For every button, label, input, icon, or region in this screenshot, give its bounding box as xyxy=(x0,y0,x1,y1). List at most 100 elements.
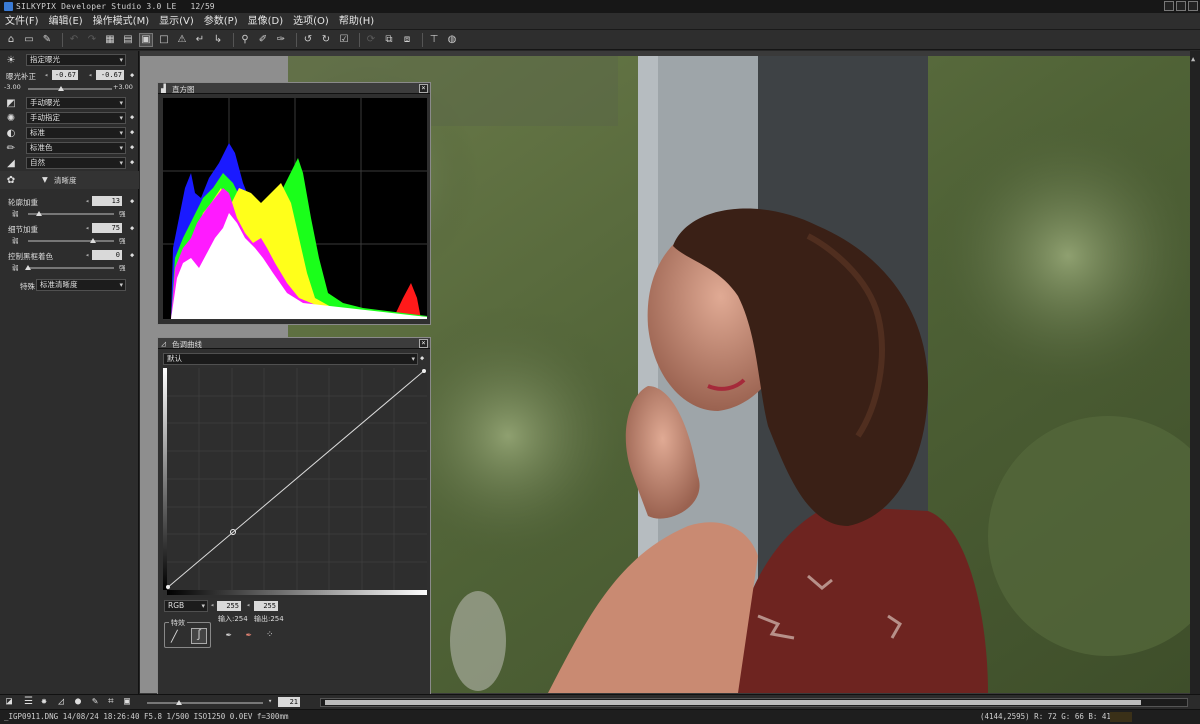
menu-mode[interactable]: 操作模式(M) xyxy=(88,13,154,30)
develop-icon[interactable]: ✎ xyxy=(40,33,54,47)
status-pixel-info: (4144,2595) R: 72 G: 66 B: 41 xyxy=(980,712,1111,721)
copy-params-icon[interactable]: ⧉ xyxy=(382,33,396,47)
vertical-scrollbar[interactable]: ▲ xyxy=(1190,51,1200,694)
clarity-slider-knob[interactable] xyxy=(36,211,43,216)
horizontal-scrollbar[interactable] xyxy=(320,698,1188,707)
section-toggle-icon[interactable]: ▼ xyxy=(42,175,48,184)
single-view-icon[interactable]: ▣ xyxy=(139,32,153,47)
curve-preset-select[interactable]: 默认 ▾ xyxy=(163,353,418,365)
crop-icon[interactable]: ⊤ xyxy=(427,33,441,47)
exposure-input[interactable]: -0.67 xyxy=(52,70,78,80)
detail-low: 弱 xyxy=(12,237,19,245)
contrast-select[interactable]: 标准 ▾ xyxy=(26,127,126,139)
color-picker-icon[interactable]: ✒ xyxy=(246,630,251,640)
curve-channel-select[interactable]: RGB ▾ xyxy=(164,600,208,612)
auto-icon[interactable]: ◪ xyxy=(6,696,12,707)
detail-slider-knob[interactable] xyxy=(89,238,96,243)
close-button[interactable] xyxy=(1188,1,1198,11)
check-icon[interactable]: ☑ xyxy=(337,33,351,47)
halo-slider-knob[interactable] xyxy=(25,265,31,270)
menu-view[interactable]: 显示(V) xyxy=(154,13,199,30)
menu-params[interactable]: 参数(P) xyxy=(199,13,243,30)
menu-help[interactable]: 帮助(H) xyxy=(334,13,379,30)
menu-file[interactable]: 文件(F) xyxy=(0,13,44,30)
halo-slider[interactable] xyxy=(28,267,114,269)
taste-select[interactable]: 自然 ▾ xyxy=(26,157,126,169)
open-file-icon[interactable]: ▭ xyxy=(22,33,36,47)
tone-icon[interactable]: ◩ xyxy=(4,97,18,110)
range-min: -3.00 xyxy=(4,83,21,91)
brush-icon[interactable]: ✎ xyxy=(92,696,98,707)
white-balance-select[interactable]: 手动指定 ▾ xyxy=(26,112,126,124)
filmstrip-view-icon[interactable]: ▤ xyxy=(121,33,135,47)
full-view-icon[interactable]: □ xyxy=(157,33,171,47)
menu-options[interactable]: 选项(O) xyxy=(288,13,334,30)
rotate-cw-icon[interactable]: ↻ xyxy=(319,33,333,47)
halo-input[interactable]: 0 xyxy=(92,250,122,260)
gray-balance-icon[interactable]: ✑ xyxy=(274,33,288,47)
tone-curve-graph[interactable] xyxy=(163,368,427,598)
exposure-slider[interactable] xyxy=(28,88,112,90)
list-icon[interactable]: ☰ xyxy=(24,696,33,707)
histogram-panel: ▟ 直方图 × xyxy=(157,82,431,325)
status-bar: _IGP0911.DNG 14/08/24 18:26:40 F5.8 1/50… xyxy=(0,709,1200,724)
contrast-label: 标准 xyxy=(30,128,45,137)
curve-out-input[interactable]: 255 xyxy=(254,601,278,611)
histogram-close-button[interactable]: × xyxy=(419,84,428,93)
undo-icon[interactable]: ↶ xyxy=(67,33,81,47)
exposure-icon[interactable]: ☀ xyxy=(4,54,18,67)
zoom-slider[interactable] xyxy=(147,702,263,704)
exposure-input-2[interactable]: -0.67 xyxy=(96,70,124,80)
open-folder-icon[interactable]: ⌂ xyxy=(4,33,18,47)
point-picker-icon[interactable]: ⁘ xyxy=(266,630,274,640)
exposure-mode-select[interactable]: 指定曝光 ▾ xyxy=(26,54,126,66)
zoom-icon[interactable]: ⚲ xyxy=(238,33,252,47)
exposure-slider-knob[interactable] xyxy=(57,86,64,91)
frame-icon[interactable]: ▣ xyxy=(124,696,130,707)
horizontal-scroll-thumb[interactable] xyxy=(325,700,1141,705)
special-select[interactable]: 标准清晰度 ▾ xyxy=(36,279,126,291)
halo-low: 弱 xyxy=(12,264,19,272)
menu-develop[interactable]: 显像(D) xyxy=(243,13,289,30)
color-icon[interactable]: ✏ xyxy=(4,142,18,155)
warning-icon[interactable]: ⚠ xyxy=(175,33,189,47)
linear-curve-icon[interactable]: ╱ xyxy=(171,630,178,643)
crop-tool-icon[interactable]: ⌗ xyxy=(108,696,114,707)
contrast-icon[interactable]: ◐ xyxy=(4,127,18,140)
redo-icon[interactable]: ↷ xyxy=(85,33,99,47)
curve-icon[interactable]: ◿ xyxy=(58,696,64,707)
taste-icon[interactable]: ◢ xyxy=(4,157,18,170)
white-balance-icon[interactable]: ✺ xyxy=(4,112,18,125)
maximize-button[interactable] xyxy=(1176,1,1186,11)
curve-in-input[interactable]: 255 xyxy=(217,601,241,611)
menu-edit[interactable]: 编辑(E) xyxy=(44,13,88,30)
histogram-chart xyxy=(163,98,427,320)
white-balance-label: 手动指定 xyxy=(30,113,60,122)
color-settings-icon[interactable]: ◍ xyxy=(445,33,459,47)
grid-view-icon[interactable]: ▦ xyxy=(103,33,117,47)
paste-params-icon[interactable]: ⧈ xyxy=(400,33,414,47)
rotate-left-icon[interactable]: ↵ xyxy=(193,33,207,47)
minimize-button[interactable] xyxy=(1164,1,1174,11)
color-select[interactable]: 标准色 ▾ xyxy=(26,142,126,154)
detail-input[interactable]: 75 xyxy=(92,223,122,233)
scroll-up-icon[interactable]: ▲ xyxy=(1191,55,1199,63)
curve-in-label: 输入:254 xyxy=(218,615,248,623)
zoom-slider-knob[interactable] xyxy=(176,700,182,705)
rotate-right-icon[interactable]: ↳ xyxy=(211,33,225,47)
sharpness-icon[interactable]: ✿ xyxy=(4,174,18,187)
settings-icon[interactable]: ✸ xyxy=(41,696,47,707)
color-label: 标准色 xyxy=(30,143,53,152)
spline-curve-icon[interactable]: ∫ xyxy=(191,628,207,644)
tone-curve-close-button[interactable]: × xyxy=(419,339,428,348)
zoom-input[interactable]: 21 xyxy=(278,697,300,707)
rotate-ccw-icon[interactable]: ↺ xyxy=(301,33,315,47)
black-point-picker-icon[interactable]: ✒ xyxy=(226,630,231,640)
detail-slider[interactable] xyxy=(28,240,114,242)
sphere-icon[interactable]: ● xyxy=(75,696,81,707)
zoom-dropdown-icon[interactable]: ▾ xyxy=(268,697,272,705)
white-balance-picker-icon[interactable]: ✐ xyxy=(256,33,270,47)
tone-select[interactable]: 手动曝光 ▾ xyxy=(26,97,126,109)
clarity-input[interactable]: 13 xyxy=(92,196,122,206)
sync-icon[interactable]: ⟳ xyxy=(364,33,378,47)
